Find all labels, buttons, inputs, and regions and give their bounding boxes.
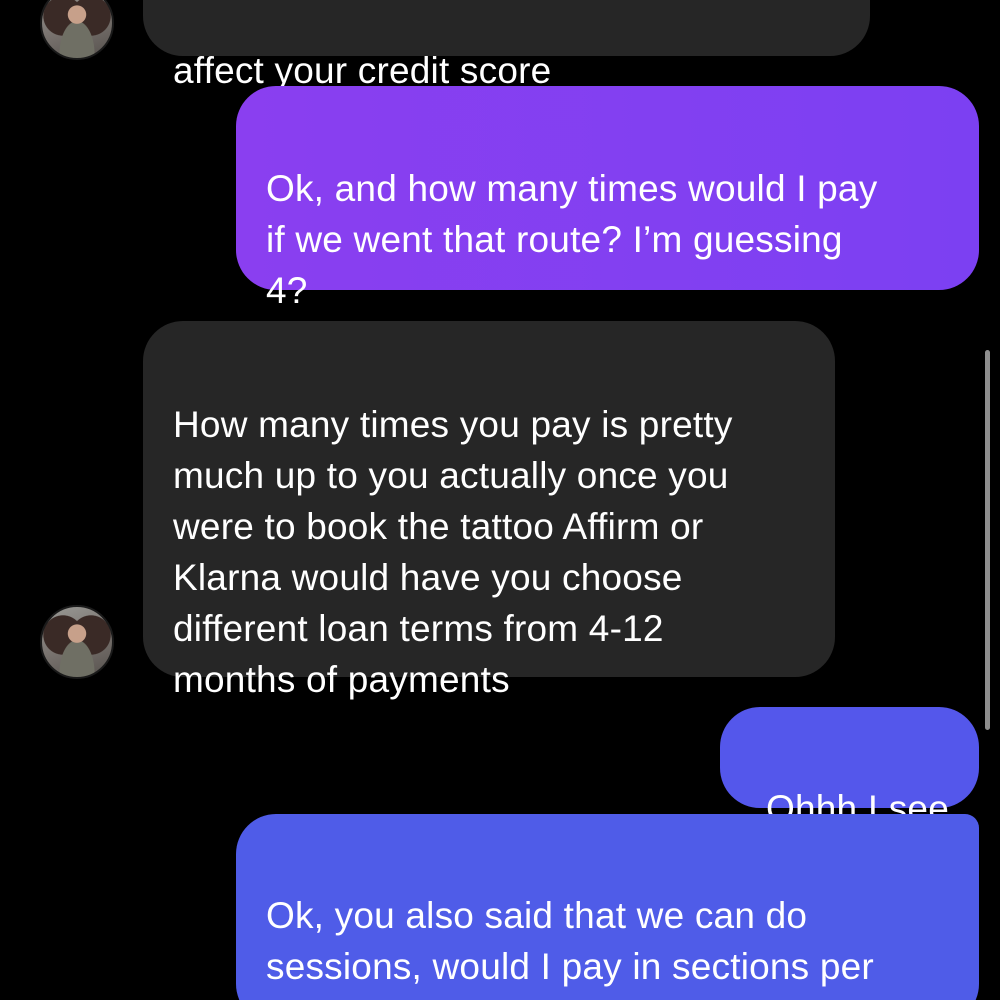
message-text: affect your credit score — [173, 50, 552, 91]
message-bubble-outgoing[interactable]: Ok, you also said that we can do session… — [236, 814, 979, 1000]
message-bubble-outgoing[interactable]: Ok, and how many times would I pay if we… — [236, 86, 979, 311]
scrollbar[interactable] — [985, 350, 990, 730]
message-text: How many times you pay is pretty much up… — [173, 404, 733, 700]
message-bubble-incoming[interactable]: affect your credit score — [143, 0, 870, 91]
message-text: Ok, and how many times would I pay if we… — [266, 168, 878, 311]
contact-avatar[interactable] — [40, 0, 114, 60]
contact-avatar[interactable] — [40, 605, 114, 679]
message-bubble-outgoing[interactable]: Ohhh I see — [720, 707, 979, 829]
message-text: Ok, you also said that we can do session… — [266, 895, 874, 1000]
chat-screen: affect your credit score Ok, and how man… — [0, 0, 1000, 1000]
message-bubble-incoming[interactable]: How many times you pay is pretty much up… — [143, 321, 835, 700]
